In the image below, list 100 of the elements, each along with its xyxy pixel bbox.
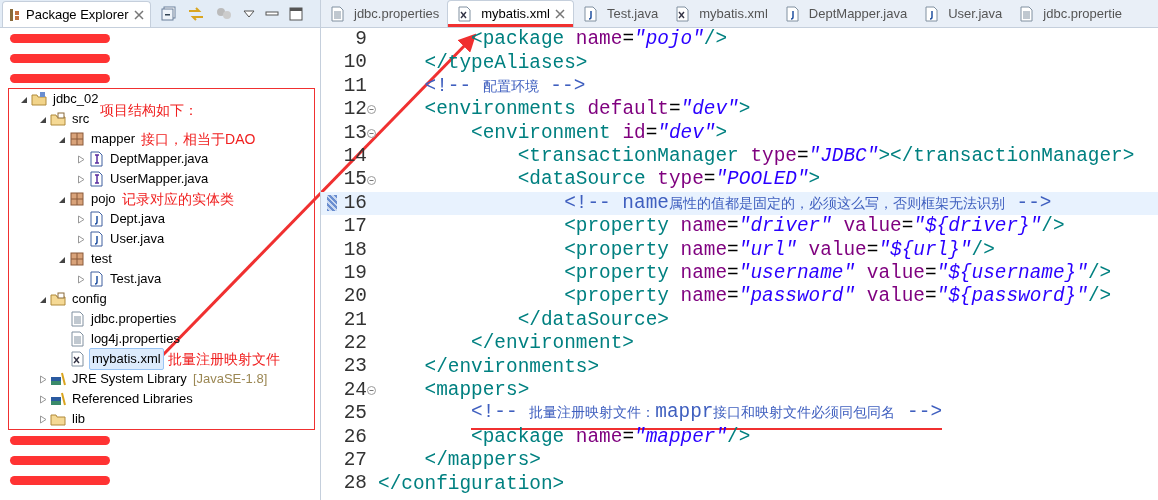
line-number: 26 xyxy=(342,427,367,448)
text-file-icon xyxy=(1018,5,1035,22)
folder-icon xyxy=(50,411,66,427)
fold-icon[interactable] xyxy=(367,175,376,185)
tree-item[interactable]: jdbc_02 xyxy=(51,89,101,109)
collapse-all-icon[interactable] xyxy=(160,6,177,22)
fold-icon[interactable] xyxy=(367,386,376,396)
line-number: 11 xyxy=(342,76,367,97)
line-number: 16 xyxy=(342,193,367,214)
minimize-icon[interactable] xyxy=(264,9,279,19)
text-file-icon xyxy=(329,5,345,22)
code-line: <!-- 配置环境 --> xyxy=(424,73,586,99)
annotation-note: 项目结构如下： xyxy=(100,101,198,120)
tree-item[interactable]: src xyxy=(70,109,92,129)
line-number: 25 xyxy=(342,404,367,424)
line-number: 13 xyxy=(342,123,367,143)
tree-item[interactable]: DeptMapper.java xyxy=(108,149,211,169)
package-icon xyxy=(69,251,85,267)
package-icon xyxy=(9,7,21,22)
line-number: 9 xyxy=(354,30,367,50)
fold-icon[interactable] xyxy=(367,128,376,138)
dropdown-icon[interactable] xyxy=(242,9,255,19)
tree-item[interactable]: Referenced Libraries xyxy=(70,389,195,409)
collapsed-arrow-icon[interactable] xyxy=(39,394,47,404)
tree-item[interactable]: JRE System Library xyxy=(70,369,189,389)
source-folder-icon xyxy=(50,291,66,307)
line-number: 27 xyxy=(342,451,367,471)
code-line: <property name="driver" value="${driver}"/> xyxy=(564,214,1065,240)
xml-file-icon xyxy=(69,351,85,367)
code-line: </environment> xyxy=(471,331,634,357)
collapsed-arrow-icon[interactable] xyxy=(77,174,85,184)
line-number: 15 xyxy=(342,170,367,190)
java-file-icon xyxy=(581,5,598,22)
tree-item[interactable]: lib xyxy=(70,409,87,429)
code-line: <property name="password" value="${password}"/> xyxy=(564,284,1112,310)
close-icon[interactable] xyxy=(133,9,144,20)
code-line: <!-- name属性的值都是固定的，必须这么写，否则框架无法识别 --> xyxy=(564,190,1052,216)
java-file-icon xyxy=(88,271,104,287)
editor-tab[interactable]: mybatis.xml xyxy=(447,0,574,27)
tree-item[interactable]: jdbc.properties xyxy=(89,309,179,329)
collapsed-arrow-icon[interactable] xyxy=(39,414,47,424)
code-line: <environment id="dev"> xyxy=(471,120,728,146)
line-number: 23 xyxy=(342,357,367,377)
project-folder-icon xyxy=(31,91,47,107)
tree-item[interactable]: test xyxy=(89,249,114,269)
xml-file-icon xyxy=(456,6,473,22)
tree-item[interactable]: Dept.java xyxy=(108,209,167,229)
line-number: 21 xyxy=(342,310,367,331)
editor-tab[interactable]: mybatis.xml xyxy=(666,0,776,27)
line-number: 18 xyxy=(342,240,367,260)
editor-tab[interactable]: jdbc.properties xyxy=(321,0,448,27)
tree-item[interactable]: mybatis.xml xyxy=(89,348,164,370)
java-file-icon xyxy=(88,211,104,227)
collapsed-arrow-icon[interactable] xyxy=(39,374,47,384)
tree-item[interactable]: pojo xyxy=(89,189,118,209)
collapsed-arrow-icon[interactable] xyxy=(77,274,85,284)
close-icon[interactable] xyxy=(554,9,565,19)
java-file-icon xyxy=(88,151,104,167)
collapsed-arrow-icon[interactable] xyxy=(77,234,85,244)
package-icon xyxy=(69,191,85,207)
library-version: [JavaSE-1.8] xyxy=(192,370,268,389)
tree-item[interactable]: User.java xyxy=(108,229,167,249)
editor-tab[interactable]: jdbc.propertie xyxy=(1010,0,1131,27)
text-file-icon xyxy=(69,311,85,327)
code-line: </configuration> xyxy=(378,471,565,497)
annotation-note: 记录对应的实体类 xyxy=(121,189,234,209)
line-number: 17 xyxy=(342,217,367,237)
tree-item[interactable]: UserMapper.java xyxy=(108,169,211,189)
tree-item[interactable]: Test.java xyxy=(108,269,164,289)
line-number: 24 xyxy=(342,380,367,401)
code-line: <environments default="dev"> xyxy=(424,97,751,123)
collapsed-arrow-icon[interactable] xyxy=(77,214,85,224)
collapsed-arrow-icon[interactable] xyxy=(77,154,85,164)
tree-item[interactable]: config xyxy=(70,289,109,309)
package-icon xyxy=(69,131,85,147)
tree-item[interactable]: mapper xyxy=(89,129,138,149)
editor-tab[interactable]: DeptMapper.java xyxy=(775,0,916,27)
code-line: </mappers> xyxy=(424,448,541,474)
maximize-icon[interactable] xyxy=(288,7,303,21)
code-line: <property name="url" value="${url}"/> xyxy=(564,237,995,263)
text-file-icon xyxy=(69,331,85,347)
code-line: </environments> xyxy=(424,354,600,380)
line-number: 10 xyxy=(342,53,367,73)
xml-file-icon xyxy=(674,5,691,22)
source-folder-icon xyxy=(50,111,66,127)
line-number: 28 xyxy=(342,474,367,494)
editor-tab[interactable]: User.java xyxy=(915,0,1011,27)
java-file-icon xyxy=(923,5,940,22)
editor-tab[interactable]: Test.java xyxy=(573,0,667,27)
annotation-note: 接口，相当于DAO xyxy=(141,129,256,149)
line-number: 22 xyxy=(342,334,367,354)
code-line: <property name="username" value="${username}"/> xyxy=(564,261,1112,286)
books-icon xyxy=(50,391,66,407)
books-icon xyxy=(50,371,66,387)
line-number: 20 xyxy=(342,287,367,307)
code-line: <transactionManager type="JDBC"></transactionManager> xyxy=(517,144,1135,169)
line-number: 12 xyxy=(342,100,367,120)
code-line: <dataSource type="POOLED"> xyxy=(517,167,821,193)
fold-icon[interactable] xyxy=(367,105,376,115)
code-line: </dataSource> xyxy=(517,307,669,333)
